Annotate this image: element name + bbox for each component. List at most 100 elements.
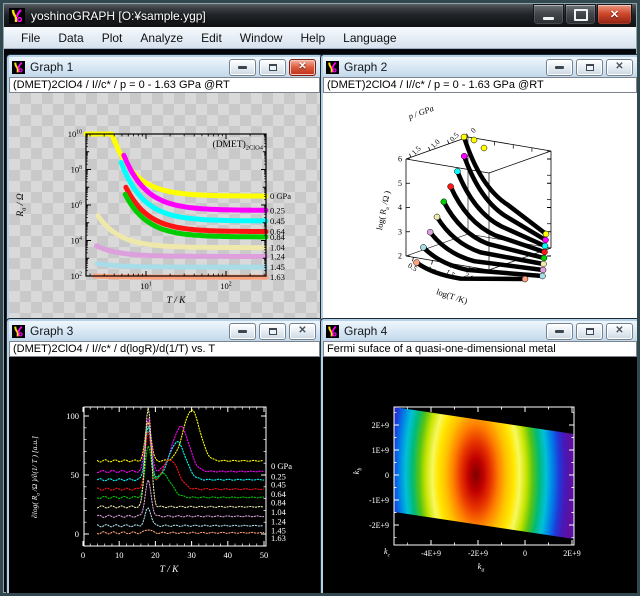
- y-tick: 108: [71, 165, 83, 175]
- y-tick: 1010: [68, 129, 82, 139]
- graph3-close-button[interactable]: ✕: [289, 323, 316, 340]
- z-axis-label: log( Ra /Ω ): [374, 190, 395, 232]
- minimize-icon: [555, 66, 564, 69]
- graph2-restore-button[interactable]: [576, 59, 603, 76]
- menu-plot[interactable]: Plot: [93, 29, 132, 47]
- graph4-title: Graph 4: [344, 324, 541, 338]
- graph1-plot: 0 GPa0.250.450.640.841.041.241.451.63101…: [9, 93, 320, 318]
- pressure-label: 0 GPa: [271, 461, 292, 471]
- title-bar[interactable]: yoshinoGRAPH [O:¥sample.ygp] ✕: [4, 4, 636, 27]
- close-icon: ✕: [615, 326, 623, 336]
- minimize-button[interactable]: [533, 4, 564, 25]
- y-tick: 106: [71, 200, 83, 210]
- restore-icon: [269, 64, 277, 71]
- pressure-label: 1.45: [270, 262, 285, 272]
- close-button[interactable]: ✕: [597, 4, 632, 25]
- graph4-caption[interactable]: Fermi suface of a quasi-one-dimensional …: [323, 341, 637, 357]
- minimize-icon: [238, 66, 247, 69]
- graph3-window: Graph 3 ✕ (DMET)2ClO4 / I//c* / d(logR)/…: [7, 319, 322, 596]
- graph2-chart: 00.51.01.5p / GPa65432log( Ra /Ω )0.51.0…: [323, 93, 633, 314]
- close-icon: ✕: [298, 62, 306, 72]
- menu-bar: File Data Plot Analyze Edit Window Help …: [4, 27, 636, 49]
- menu-data[interactable]: Data: [49, 29, 92, 47]
- graph2-close-button[interactable]: ✕: [606, 59, 633, 76]
- series-0.84: [98, 446, 264, 499]
- graph1-window: Graph 1 ✕ (DMET)2ClO4 / I//c* / p = 0 - …: [7, 55, 322, 320]
- y-tick: 102: [71, 271, 83, 281]
- y-tick: 100: [66, 411, 79, 421]
- graph4-titlebar[interactable]: Graph 4 ✕: [323, 321, 637, 341]
- graph4-axes: 2E+91E+90-1E+9-2E+9-4E+9-2E+902E+9kbkakc: [323, 357, 633, 590]
- graph2-titlebar[interactable]: Graph 2 ✕: [323, 57, 637, 77]
- y-axis-label: ∂log( Ra /Ω )/∂(1/ T ) [a.u.]: [30, 436, 42, 518]
- graph3-minimize-button[interactable]: [229, 323, 256, 340]
- pressure-label: 0.45: [270, 216, 285, 226]
- y-tick: 50: [71, 470, 80, 480]
- minimize-icon: [543, 17, 554, 20]
- y-tick: 104: [71, 236, 83, 246]
- restore-icon: [586, 328, 594, 335]
- graph1-caption[interactable]: (DMET)2ClO4 / I//c* / p = 0 - 1.63 GPa @…: [9, 77, 320, 93]
- menu-language[interactable]: Language: [334, 29, 405, 47]
- graph2-caption[interactable]: (DMET)2ClO4 / I//c* / p = 0 - 1.63 GPa @…: [323, 77, 637, 93]
- y-tick: 1E+9: [372, 446, 389, 455]
- graph2-title: Graph 2: [344, 60, 541, 74]
- y-tick: -2E+9: [369, 521, 389, 530]
- restore-icon: [586, 64, 594, 71]
- graph3-caption[interactable]: (DMET)2ClO4 / I//c* / d(logR)/d(1/T) vs.…: [9, 341, 320, 357]
- graph3-restore-button[interactable]: [259, 323, 286, 340]
- y-axis-label: Ra / Ω: [16, 193, 28, 217]
- x-tick: 50: [260, 550, 269, 560]
- pressure-label: 0.25: [270, 205, 285, 215]
- graph4-window: Graph 4 ✕ Fermi suface of a quasi-one-di…: [321, 319, 639, 596]
- graph1-chart: 0 GPa0.250.450.640.841.041.241.451.63101…: [9, 93, 316, 314]
- graph3-title: Graph 3: [30, 324, 224, 338]
- z-tick: 5: [398, 179, 402, 188]
- graph1-close-button[interactable]: ✕: [289, 59, 316, 76]
- x-tick: 2E+9: [563, 549, 580, 558]
- x-tick: 30: [187, 550, 196, 560]
- series-0.45: [98, 426, 264, 481]
- menu-analyze[interactable]: Analyze: [131, 29, 192, 47]
- y-tick: 0: [385, 471, 389, 480]
- x-axis-label: ka: [478, 561, 485, 574]
- series-1.45: [98, 508, 264, 527]
- window-title: yoshinoGRAPH [O:¥sample.ygp]: [31, 9, 206, 23]
- graph1-titlebar[interactable]: Graph 1 ✕: [9, 57, 320, 77]
- x-tick: 101: [140, 281, 152, 291]
- z-tick: 6: [398, 155, 402, 164]
- graph2-icon: [326, 61, 339, 74]
- minimize-icon: [555, 330, 564, 333]
- pressure-label: 0 GPa: [270, 191, 291, 201]
- graph4-restore-button[interactable]: [576, 323, 603, 340]
- graph1-minimize-button[interactable]: [229, 59, 256, 76]
- menu-help[interactable]: Help: [291, 29, 334, 47]
- graph4-icon: [326, 325, 339, 338]
- menu-file[interactable]: File: [12, 29, 49, 47]
- series-1.04: [98, 408, 264, 508]
- pressure-label: 1.63: [270, 272, 285, 282]
- x-tick: 0: [523, 549, 527, 558]
- menu-window[interactable]: Window: [231, 29, 292, 47]
- graph3-plot: 05010001020304050T / K∂log( Ra /Ω )/∂(1/…: [9, 357, 320, 594]
- graph4-minimize-button[interactable]: [546, 323, 573, 340]
- graph3-titlebar[interactable]: Graph 3 ✕: [9, 321, 320, 341]
- series-1.45: [97, 264, 266, 268]
- graph2-minimize-button[interactable]: [546, 59, 573, 76]
- x-tick: -2E+9: [468, 549, 488, 558]
- window-controls: ✕: [533, 4, 632, 25]
- graph4-close-button[interactable]: ✕: [606, 323, 633, 340]
- main-window: yoshinoGRAPH [O:¥sample.ygp] ✕ File Data…: [0, 0, 640, 596]
- minimize-icon: [238, 330, 247, 333]
- p-tick: 0: [469, 126, 478, 135]
- graph1-restore-button[interactable]: [259, 59, 286, 76]
- y-tick: 0: [75, 529, 79, 539]
- x-axis-label: T / K: [167, 296, 187, 306]
- maximize-button[interactable]: [565, 4, 596, 25]
- menu-edit[interactable]: Edit: [192, 29, 231, 47]
- series-1.24: [98, 480, 264, 517]
- restore-icon: [269, 328, 277, 335]
- y-axis-label: kb: [351, 468, 364, 475]
- graph3-chart: 05010001020304050T / K∂log( Ra /Ω )/∂(1/…: [9, 357, 316, 590]
- p-tick: 0.5: [448, 130, 461, 143]
